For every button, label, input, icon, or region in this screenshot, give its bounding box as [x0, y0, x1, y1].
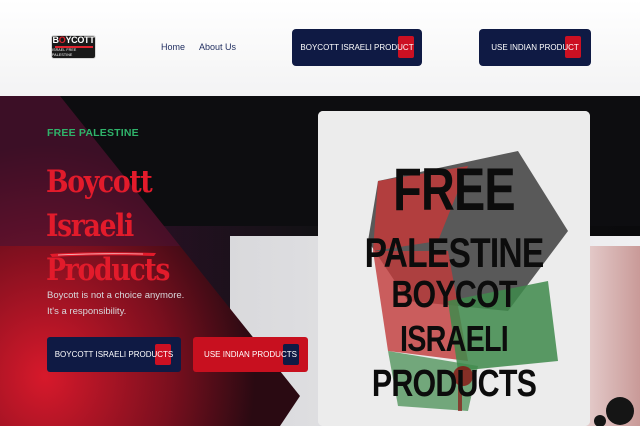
- hero-description-line-2: It's a responsibility.: [47, 306, 127, 317]
- nav-about-link[interactable]: About Us: [199, 42, 236, 52]
- poster-text-line: BOYCOT: [391, 274, 517, 316]
- hero-eyebrow: FREE PALESTINE: [47, 127, 139, 139]
- hero-title-line-1: Boycott Israeli: [46, 164, 153, 244]
- logo[interactable]: BOYCOTT ISRAEL FREE PALESTINE: [51, 35, 96, 59]
- hero-indian-button-label: USE INDIAN PRODUCTS: [204, 350, 297, 359]
- header-indian-button[interactable]: USE INDIAN PRODUCT: [479, 29, 591, 66]
- poster-text-line: PALESTINE: [364, 229, 545, 276]
- hero-boycott-button[interactable]: BOYCOTT ISRAELI PRODUCTS: [47, 337, 181, 372]
- header-boycott-button-label: BOYCOTT ISRAELI PRODUCT: [300, 43, 414, 52]
- header-indian-button-label: USE INDIAN PRODUCT: [491, 43, 579, 52]
- poster-text-line: PRODUCTS: [371, 363, 537, 405]
- poster-text-line: FREE: [393, 156, 515, 223]
- site-header: BOYCOTT ISRAEL FREE PALESTINE Home About…: [0, 0, 640, 96]
- poster-text-line: ISRAELI: [399, 318, 509, 359]
- hero-title: Boycott Israeli Products: [46, 160, 235, 292]
- title-underline-brush: [50, 252, 156, 257]
- hero-indian-button[interactable]: USE INDIAN PRODUCTS: [193, 337, 308, 372]
- nav-home-link[interactable]: Home: [161, 42, 185, 52]
- hero-description: Boycott is not a choice anymore. It's a …: [47, 288, 207, 320]
- hero-description-line-1: Boycott is not a choice anymore.: [47, 290, 185, 301]
- header-boycott-button[interactable]: BOYCOTT ISRAELI PRODUCT: [292, 29, 422, 66]
- logo-subtitle: ISRAEL FREE PALESTINE: [52, 47, 77, 57]
- poster-image: FREE PALESTINE BOYCOT ISRAELI PRODUCTS: [318, 111, 590, 426]
- logo-wordmark: BOYCOTT: [52, 35, 95, 46]
- hero-boycott-button-label: BOYCOTT ISRAELI PRODUCTS: [54, 350, 174, 359]
